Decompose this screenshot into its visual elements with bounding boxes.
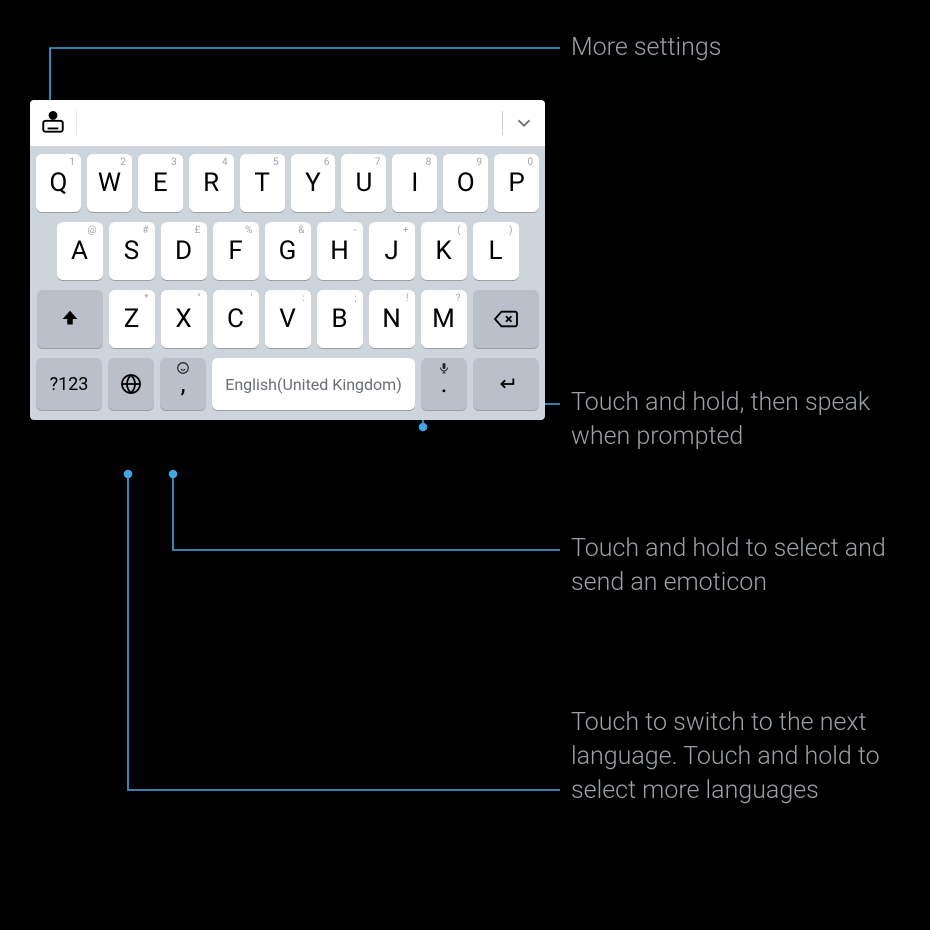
language-key[interactable] bbox=[108, 358, 154, 410]
keyboard-row-bottom: ?123 , English(United Kingdom) bbox=[36, 358, 539, 410]
key-v[interactable]: V: bbox=[265, 290, 311, 348]
topbar-divider bbox=[76, 111, 77, 135]
key-alt-label: 1 bbox=[69, 157, 75, 168]
key-alt-label: 6 bbox=[324, 157, 330, 168]
key-o[interactable]: O9 bbox=[443, 154, 488, 212]
mic-period-key[interactable]: . bbox=[421, 358, 467, 410]
annotation-mic: Touch and hold, then speak when prompted bbox=[571, 386, 911, 454]
key-a[interactable]: A@ bbox=[57, 222, 103, 280]
key-alt-label: & bbox=[298, 225, 304, 236]
key-f[interactable]: F% bbox=[213, 222, 259, 280]
key-alt-label: 0 bbox=[527, 157, 533, 168]
key-h[interactable]: H- bbox=[317, 222, 363, 280]
key-x[interactable]: X" bbox=[161, 290, 207, 348]
keyboard-topbar bbox=[30, 100, 545, 146]
key-alt-label: " bbox=[197, 293, 200, 304]
microphone-icon bbox=[438, 361, 450, 375]
key-q[interactable]: Q1 bbox=[36, 154, 81, 212]
key-alt-label: 4 bbox=[222, 157, 228, 168]
key-s[interactable]: S# bbox=[109, 222, 155, 280]
keyboard-row-1: Q1W2E3R4T5Y6U7I8O9P0 bbox=[36, 154, 539, 212]
key-alt-label: # bbox=[142, 225, 148, 236]
annotation-more-settings: More settings bbox=[571, 31, 721, 65]
key-k[interactable]: K( bbox=[421, 222, 467, 280]
globe-icon bbox=[119, 372, 143, 396]
key-e[interactable]: E3 bbox=[138, 154, 183, 212]
backspace-key[interactable] bbox=[473, 290, 539, 348]
key-l[interactable]: L) bbox=[473, 222, 519, 280]
key-alt-label: 9 bbox=[477, 157, 483, 168]
key-i[interactable]: I8 bbox=[392, 154, 437, 212]
key-b[interactable]: B; bbox=[317, 290, 363, 348]
collapse-keyboard-icon[interactable] bbox=[513, 112, 535, 134]
key-alt-label: 5 bbox=[273, 157, 279, 168]
keyboard-settings-icon[interactable] bbox=[40, 110, 66, 136]
enter-key[interactable] bbox=[473, 358, 539, 410]
key-alt-label: * bbox=[144, 293, 148, 304]
key-p[interactable]: P0 bbox=[494, 154, 539, 212]
key-alt-label: 2 bbox=[120, 157, 126, 168]
topbar-divider bbox=[502, 111, 503, 135]
key-alt-label: + bbox=[403, 225, 409, 236]
key-alt-label: : bbox=[302, 293, 304, 304]
backspace-icon bbox=[493, 308, 519, 330]
key-alt-label: 7 bbox=[375, 157, 381, 168]
key-alt-label: ! bbox=[406, 293, 409, 304]
key-alt-label: £ bbox=[195, 225, 201, 236]
spacebar[interactable]: English(United Kingdom) bbox=[212, 358, 415, 410]
key-alt-label: % bbox=[245, 225, 252, 236]
key-d[interactable]: D£ bbox=[161, 222, 207, 280]
enter-icon bbox=[493, 373, 519, 395]
key-alt-label: 8 bbox=[426, 157, 432, 168]
key-w[interactable]: W2 bbox=[87, 154, 132, 212]
emoji-icon bbox=[176, 361, 190, 375]
key-t[interactable]: T5 bbox=[240, 154, 285, 212]
key-alt-label: - bbox=[354, 225, 357, 236]
shift-icon bbox=[59, 308, 81, 330]
shift-key[interactable] bbox=[37, 290, 103, 348]
keyboard-row-3: Z*X"C'V:B;N!M? bbox=[36, 290, 539, 348]
key-j[interactable]: J+ bbox=[369, 222, 415, 280]
virtual-keyboard: Q1W2E3R4T5Y6U7I8O9P0 A@S#D£F%G&H-J+K(L) … bbox=[30, 100, 545, 420]
keyboard-row-2: A@S#D£F%G&H-J+K(L) bbox=[36, 222, 539, 280]
numeric-key[interactable]: ?123 bbox=[36, 358, 102, 410]
emoji-comma-key[interactable]: , bbox=[160, 358, 206, 410]
key-alt-label: @ bbox=[88, 225, 97, 236]
key-alt-label: ' bbox=[251, 293, 253, 304]
key-g[interactable]: G& bbox=[265, 222, 311, 280]
key-r[interactable]: R4 bbox=[189, 154, 234, 212]
key-alt-label: ? bbox=[456, 293, 461, 304]
key-m[interactable]: M? bbox=[421, 290, 467, 348]
key-z[interactable]: Z* bbox=[109, 290, 155, 348]
annotation-emoji: Touch and hold to select and send an emo… bbox=[571, 532, 891, 600]
key-alt-label: ) bbox=[509, 225, 512, 236]
key-c[interactable]: C' bbox=[213, 290, 259, 348]
key-n[interactable]: N! bbox=[369, 290, 415, 348]
key-alt-label: ( bbox=[457, 225, 460, 236]
key-u[interactable]: U7 bbox=[341, 154, 386, 212]
key-alt-label: ; bbox=[354, 293, 356, 304]
key-alt-label: 3 bbox=[171, 157, 177, 168]
annotation-globe: Touch to switch to the next language. To… bbox=[571, 706, 891, 807]
key-y[interactable]: Y6 bbox=[291, 154, 336, 212]
